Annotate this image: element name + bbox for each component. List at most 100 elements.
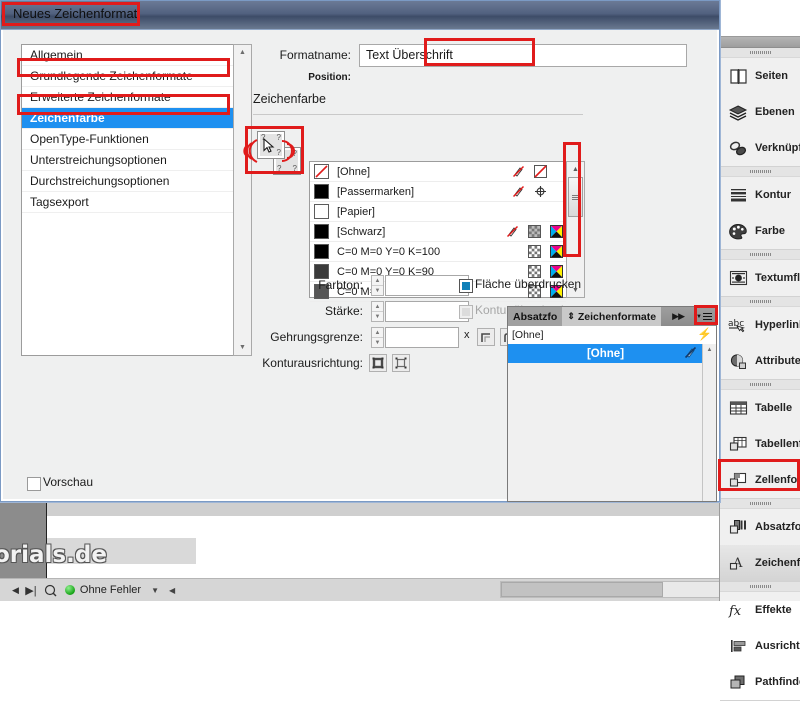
dock-item-label: Textumfl [755, 272, 800, 284]
dock-item-label: Pathfinder [755, 676, 800, 688]
category-item-tagsexport[interactable]: Tagsexport [22, 192, 234, 213]
page-nav-next-icon[interactable]: ▶| [23, 582, 39, 598]
paragraph-styles-icon [727, 516, 749, 538]
status-collapse-icon[interactable]: ◀ [169, 586, 175, 595]
dock-item-kontur[interactable]: Kontur [720, 177, 800, 213]
textwrap-icon [727, 267, 749, 289]
stroke-align-center-icon[interactable] [369, 354, 387, 372]
color-name: [Ohne] [337, 165, 371, 178]
category-item-zeichenfarbe[interactable]: Zeichenfarbe [22, 108, 234, 129]
scroll-up-icon[interactable]: ▲ [703, 344, 716, 356]
category-item-opentype-funktionen[interactable]: OpenType-Funktionen [22, 129, 234, 150]
dock-item-seiten[interactable]: Seiten [720, 58, 800, 94]
panel-tab-strip: Absatzfo ⇕ Zeichenformate ▶▶ ▼ [508, 307, 716, 326]
category-item-unterstreichungsoptionen[interactable]: Unterstreichungsoptionen [22, 150, 234, 171]
layers-icon [727, 101, 749, 123]
dock-item-farbe[interactable]: Farbe [720, 213, 800, 249]
category-item-grundlegende-zeichenformate[interactable]: Grundlegende Zeichenformate [22, 66, 234, 87]
dock-item-pathfinder[interactable]: Pathfinder [720, 664, 800, 700]
scroll-up-icon[interactable]: ▲ [567, 162, 584, 176]
tint-icon [527, 224, 541, 238]
dock-item-hyperlinks[interactable]: abc Hyperlink [720, 307, 800, 343]
preflight-icon[interactable] [43, 582, 59, 598]
color-name: C=0 M=0 Y=0 K=100 [337, 245, 441, 258]
stroke-align-inside-icon[interactable] [392, 354, 410, 372]
dock-item-ausrichten[interactable]: Ausrichte [720, 628, 800, 664]
color-row-passermarken[interactable]: [Passermarken] [310, 182, 566, 202]
quick-apply-icon[interactable]: ⚡ [697, 327, 712, 341]
dock-item-tabellenformate[interactable]: Tabellenf [720, 426, 800, 462]
styles-list[interactable]: [Ohne] [508, 344, 703, 501]
align-icon [727, 635, 749, 657]
dock-item-ebenen[interactable]: Ebenen [720, 94, 800, 130]
color-name: [Schwarz] [337, 225, 386, 238]
color-swatch [314, 264, 329, 279]
dock-group-handle[interactable] [720, 48, 800, 58]
dock-item-zeichenformate[interactable]: A Zeichenf [720, 545, 800, 581]
dock-item-attribute[interactable]: Attribute [720, 343, 800, 379]
dock-item-label: Farbe [755, 225, 785, 237]
preflight-dropdown-icon[interactable]: ▼ [151, 586, 159, 595]
fill-stroke-selector[interactable]: ?? ?? ?? ? [243, 131, 303, 175]
scroll-up-icon[interactable]: ▲ [234, 45, 251, 60]
document-band [0, 500, 800, 516]
style-row-ohne[interactable]: [Ohne] [508, 344, 703, 363]
dock-group-handle[interactable] [720, 297, 800, 307]
tab-absatzformate[interactable]: Absatzfo [508, 307, 563, 326]
dialog-title-bar[interactable]: Neues Zeichenformat [1, 1, 719, 30]
dock-group-handle[interactable] [720, 250, 800, 260]
mouse-pointer-icon [263, 138, 275, 153]
dock-group-handle[interactable] [720, 380, 800, 390]
tint-icon [527, 244, 541, 258]
staerke-input[interactable]: ▼ [385, 301, 469, 322]
table-styles-icon [727, 433, 749, 455]
dock-item-verknuepfungen[interactable]: Verknüpft [720, 130, 800, 166]
svg-text:fx: fx [728, 604, 742, 619]
current-style-field[interactable]: [Ohne] ⚡ [508, 326, 716, 345]
character-styles-icon: A [727, 552, 749, 574]
styles-list-scrollbar[interactable]: ▲ [702, 344, 716, 501]
farbton-input[interactable]: ▼ [385, 275, 469, 296]
category-list[interactable]: Allgemein Grundlegende Zeichenformate Er… [21, 44, 235, 356]
page-nav-prev-icon[interactable]: ◀ [12, 585, 19, 596]
dock-item-label: Effekte [755, 604, 792, 616]
dock-item-absatzformate[interactable]: Absatzfor [720, 509, 800, 545]
dock-group-handle[interactable] [720, 167, 800, 177]
panel-menu-icon[interactable]: ▼ [694, 309, 714, 324]
category-item-allgemein[interactable]: Allgemein [22, 45, 234, 66]
color-row-ohne[interactable]: [Ohne] [310, 162, 566, 182]
overprint-fill-checkbox[interactable] [459, 279, 473, 293]
dock-item-label: Tabelle [755, 402, 793, 414]
tab-zeichenformate[interactable]: ⇕ Zeichenformate [562, 307, 662, 326]
gehrungsgrenze-stepper[interactable]: ▲ ▼ [371, 327, 384, 348]
dock-item-effekte[interactable]: fx Effekte [720, 592, 800, 628]
farbton-stepper[interactable]: ▲ ▼ [371, 275, 384, 296]
overprint-stroke-checkbox[interactable] [459, 305, 473, 319]
dock-item-label: Kontur [755, 189, 792, 201]
color-row-k100[interactable]: C=0 M=0 Y=0 K=100 [310, 242, 566, 262]
dock-item-textumfluss[interactable]: Textumfl [720, 260, 800, 296]
format-name-input[interactable]: Text Überschrift [359, 44, 687, 67]
staerke-stepper[interactable]: ▲ ▼ [371, 301, 384, 322]
color-list-scrollbar-thumb[interactable] [568, 177, 583, 217]
color-row-papier[interactable]: [Papier] [310, 202, 566, 222]
category-item-durchstreichungsoptionen[interactable]: Durchstreichungsoptionen [22, 171, 234, 192]
dock-item-zellenformate[interactable]: Zellenfor [720, 462, 800, 498]
preflight-status-dot [64, 585, 75, 595]
tab-zeichenformate-label: Zeichenformate [577, 310, 657, 323]
dock-item-label: Ausrichte [755, 640, 800, 652]
panel-collapse-icon[interactable]: ▶▶ [666, 307, 690, 326]
dock-group-handle[interactable] [720, 582, 800, 592]
category-list-scrollbar[interactable]: ▲ ▼ [233, 44, 252, 356]
dock-group: Textumfl [720, 250, 800, 297]
horizontal-scrollbar-thumb[interactable] [501, 582, 663, 597]
color-swatch [314, 224, 329, 239]
dock-item-tabelle[interactable]: Tabelle [720, 390, 800, 426]
pages-icon [727, 65, 749, 87]
category-item-erweiterte-zeichenformate[interactable]: Erweiterte Zeichenformate [22, 87, 234, 108]
color-row-schwarz[interactable]: [Schwarz] [310, 222, 566, 242]
miter-join-icon[interactable] [477, 328, 495, 346]
gehrungsgrenze-input[interactable] [385, 327, 459, 348]
preview-checkbox[interactable] [27, 477, 41, 491]
dock-group-handle[interactable] [720, 499, 800, 509]
